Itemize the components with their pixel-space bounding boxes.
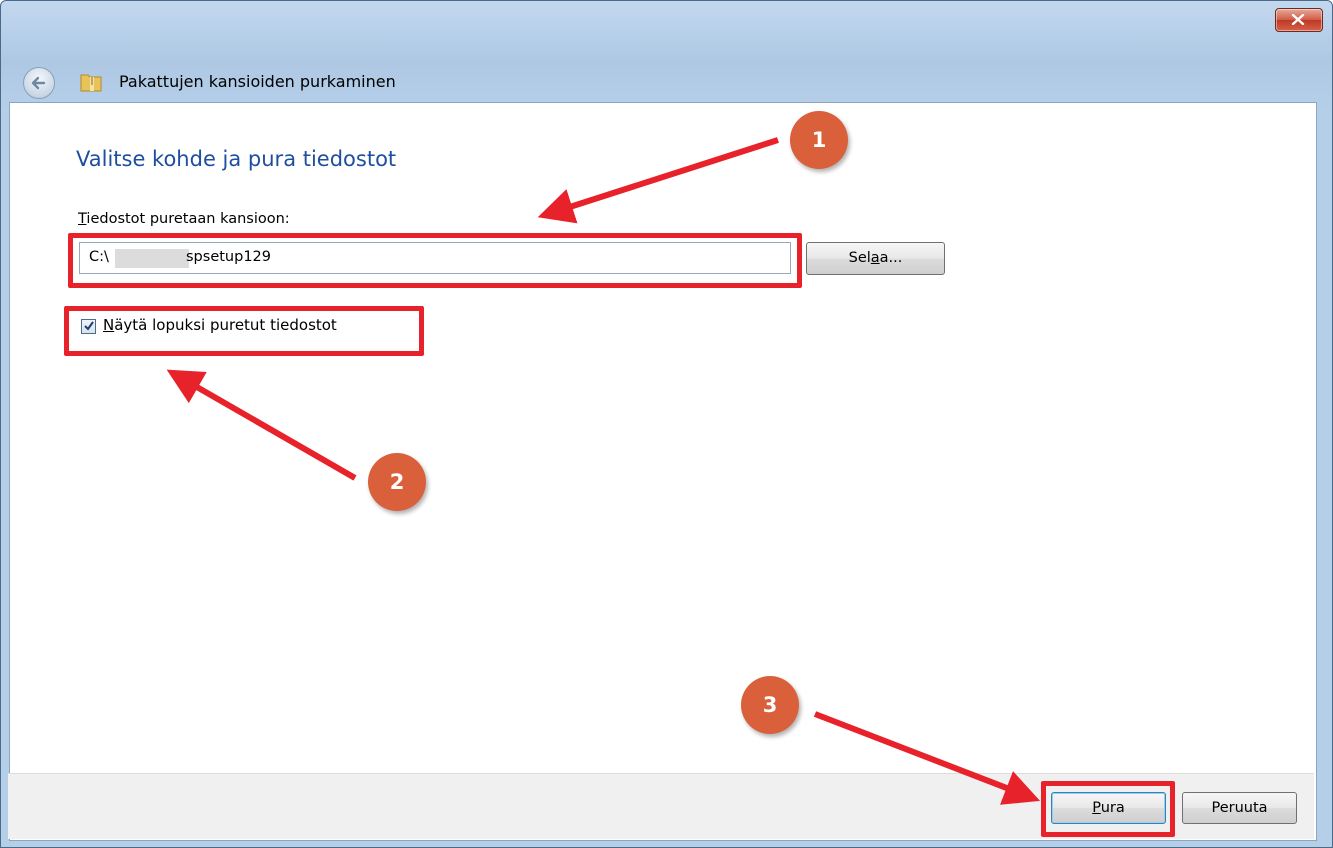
step-badge-1: 1	[790, 111, 848, 169]
arrow-2	[166, 369, 357, 481]
step-badge-2: 2	[368, 453, 426, 511]
arrow-3	[813, 711, 1041, 805]
arrow-1	[537, 137, 779, 224]
step-badge-3: 3	[741, 676, 799, 734]
annotation-arrows	[166, 137, 1041, 805]
